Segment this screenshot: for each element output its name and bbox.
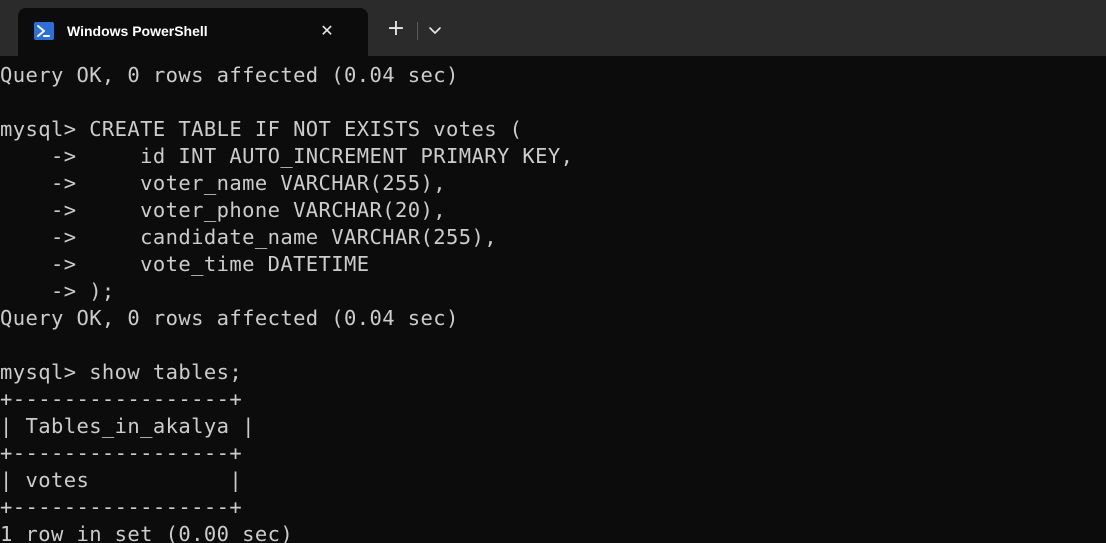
terminal-line: +-----------------+ [0,387,243,411]
terminal-line: 1 row in set (0.00 sec) [0,522,294,543]
terminal-line: Query OK, 0 rows affected (0.04 sec) [0,63,459,87]
title-bar: Windows PowerShell ✕ + [0,0,1106,56]
terminal-line: -> voter_name VARCHAR(255), [0,171,446,195]
terminal-line: | Tables_in_akalya | [0,414,255,438]
terminal-line: mysql> show tables; [0,360,243,384]
powershell-icon [34,22,54,40]
terminal-line: mysql> CREATE TABLE IF NOT EXISTS votes … [0,117,523,141]
terminal-line: | votes | [0,468,243,492]
terminal-output[interactable]: Query OK, 0 rows affected (0.04 sec) mys… [0,56,1106,543]
terminal-line: -> ); [0,279,115,303]
terminal-line: +-----------------+ [0,441,243,465]
chevron-down-icon[interactable] [426,20,444,40]
powershell-window: Windows PowerShell ✕ + Query OK, 0 rows … [0,0,1106,543]
tab-title: Windows PowerShell [67,23,208,39]
terminal-line: -> id INT AUTO_INCREMENT PRIMARY KEY, [0,144,574,168]
tab-windows-powershell[interactable]: Windows PowerShell ✕ [18,8,368,56]
tab-divider [417,22,418,40]
close-icon[interactable]: ✕ [316,20,338,42]
plus-icon[interactable]: + [384,18,408,42]
terminal-line: +-----------------+ [0,495,243,519]
terminal-line: -> voter_phone VARCHAR(20), [0,198,446,222]
terminal-line: Query OK, 0 rows affected (0.04 sec) [0,306,459,330]
terminal-line: -> vote_time DATETIME [0,252,370,276]
terminal-line: -> candidate_name VARCHAR(255), [0,225,497,249]
